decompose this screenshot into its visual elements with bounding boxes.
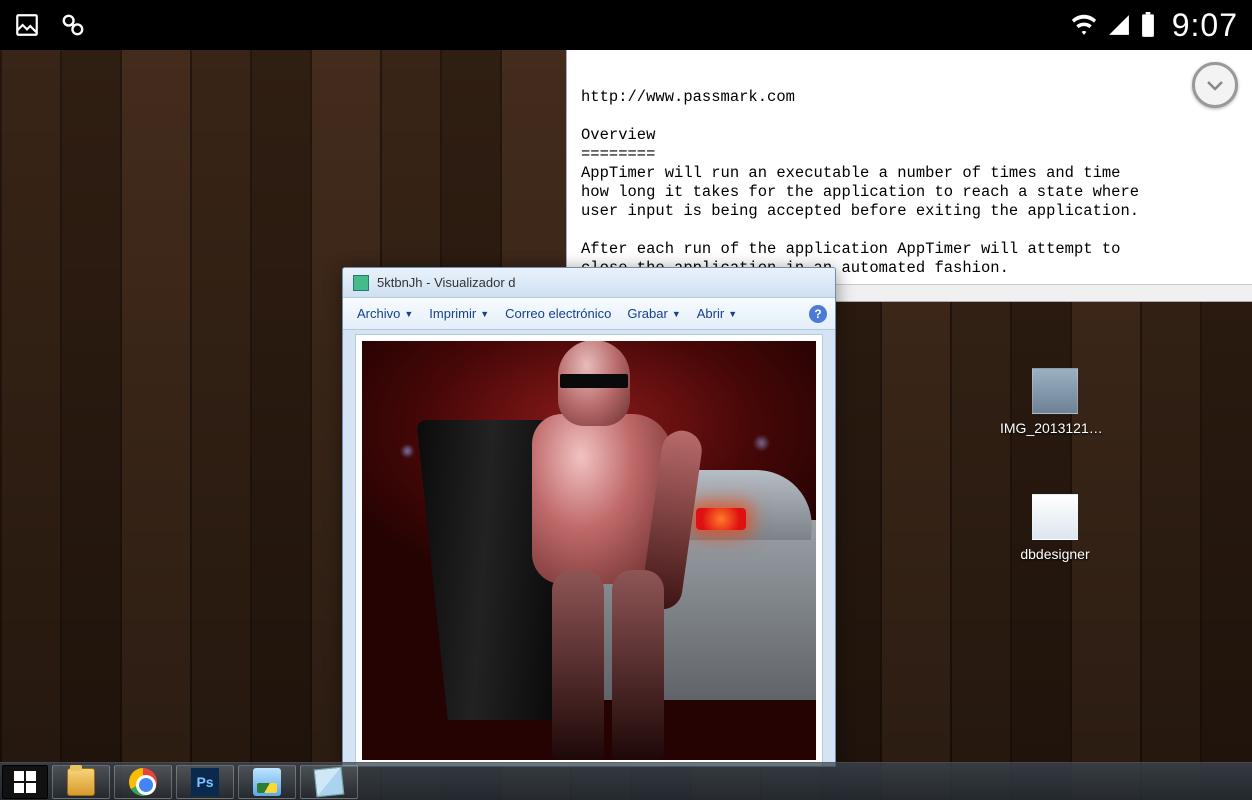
taskbar-notepad[interactable] [300,765,358,799]
folder-icon [67,768,95,796]
wifi-icon [1070,14,1098,36]
windows-logo-icon [14,771,36,793]
taskbar-photoshop[interactable]: Ps [176,765,234,799]
taskbar-explorer[interactable] [52,765,110,799]
chevron-down-icon: ▼ [728,309,737,319]
desktop-icon-dbdesigner[interactable]: dbdesigner [1000,494,1110,562]
photoshop-icon: Ps [191,768,219,796]
sync-icon [60,12,86,38]
help-button[interactable]: ? [809,305,827,323]
menu-archivo[interactable]: Archivo▼ [351,303,419,324]
taskbar-chrome[interactable] [114,765,172,799]
viewer-title: 5ktbnJh - Visualizador d [377,275,516,290]
photo-icon [253,768,281,796]
menu-abrir[interactable]: Abrir▼ [691,303,743,324]
photo-content [362,341,816,760]
menu-imprimir[interactable]: Imprimir▼ [423,303,495,324]
battery-icon [1140,12,1156,38]
gallery-icon [14,12,40,38]
android-status-bar: 9:07 [0,0,1252,50]
notepad-icon [314,766,345,797]
viewer-titlebar[interactable]: 5ktbnJh - Visualizador d [343,268,835,298]
windows-taskbar[interactable]: Ps [0,762,1252,800]
chevron-down-icon: ▼ [480,309,489,319]
cell-signal-icon [1108,14,1130,36]
photo-viewer-window[interactable]: 5ktbnJh - Visualizador d Archivo▼ Imprim… [342,267,836,767]
desktop-icon-img[interactable]: IMG_20131216_... [1000,368,1110,436]
taskbar-photoviewer[interactable] [238,765,296,799]
window-icon [353,275,369,291]
menu-grabar[interactable]: Grabar▼ [621,303,686,324]
chevron-down-icon: ▼ [672,309,681,319]
notepad-window[interactable]: http://www.passmark.com Overview =======… [566,50,1252,302]
chevron-down-icon [1203,73,1227,97]
start-button[interactable] [2,765,48,799]
collapse-circle-button[interactable] [1192,62,1238,108]
image-thumbnail-icon [1032,368,1078,414]
viewer-canvas [355,334,823,766]
desktop-icon-label: dbdesigner [1000,546,1110,562]
menu-correo[interactable]: Correo electrónico [499,303,617,324]
app-thumbnail-icon [1032,494,1078,540]
chrome-icon [129,768,157,796]
desktop-icon-label: IMG_20131216_... [1000,420,1110,436]
chevron-down-icon: ▼ [404,309,413,319]
viewer-toolbar: Archivo▼ Imprimir▼ Correo electrónico Gr… [343,298,835,330]
notepad-text[interactable]: http://www.passmark.com Overview =======… [581,88,1240,278]
clock-text: 9:07 [1172,7,1238,44]
